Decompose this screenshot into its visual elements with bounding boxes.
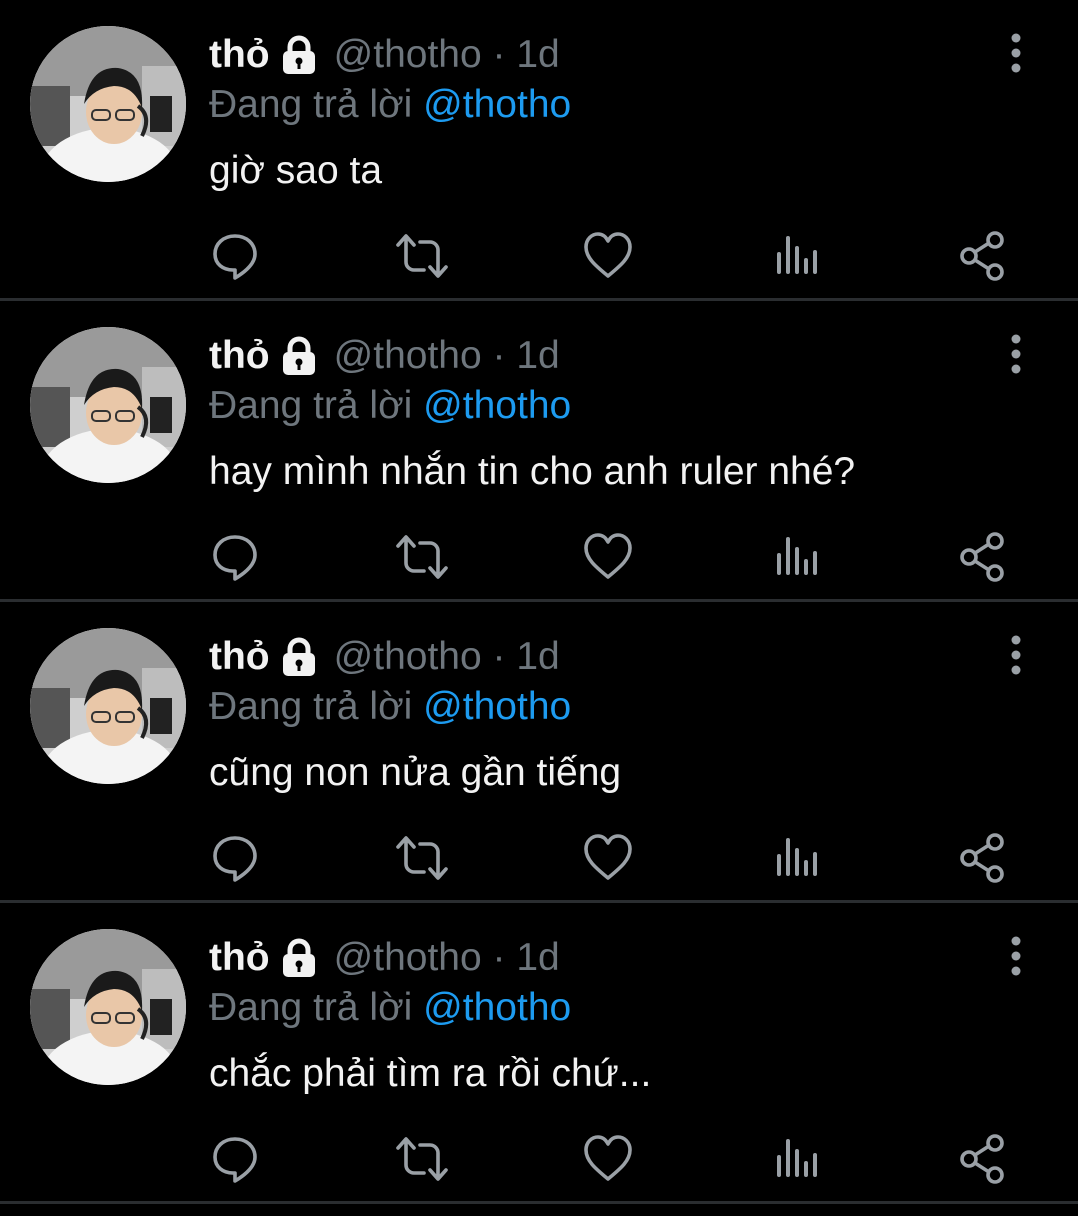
retweet-icon[interactable] [394,830,450,886]
share-icon[interactable] [955,529,1011,585]
more-vertical-icon[interactable] [1002,32,1030,76]
retweet-icon[interactable] [394,529,450,585]
avatar[interactable] [30,929,186,1085]
timestamp[interactable]: 1d [516,331,559,381]
share-icon[interactable] [955,228,1011,284]
separator-dot: · [492,936,506,979]
more-vertical-icon[interactable] [1002,634,1030,678]
display-name[interactable]: thỏ [209,30,270,80]
lock-icon [278,937,320,979]
retweet-icon[interactable] [394,228,450,284]
avatar[interactable] [30,26,186,182]
share-icon[interactable] [955,1131,1011,1187]
user-handle[interactable]: @thotho [334,933,482,983]
lock-icon [278,335,320,377]
retweet-icon[interactable] [394,1131,450,1187]
tweet-text: giờ sao ta [209,149,383,192]
analytics-icon[interactable] [768,228,824,284]
reply-context: Đang trả lời @thotho [209,983,571,1033]
lock-icon [278,636,320,678]
heart-icon[interactable] [580,529,636,585]
reply-icon[interactable] [207,529,263,585]
reply-icon[interactable] [207,830,263,886]
lock-icon [278,34,320,76]
reply-icon[interactable] [207,228,263,284]
tweet[interactable]: thỏ @thotho · 1d Đang trả lời @thotho ha… [0,301,1078,602]
reply-prefix: Đang trả lời [209,384,413,427]
tweet-header: thỏ @thotho · 1d [209,331,560,381]
tweet-header: thỏ @thotho · 1d [209,632,560,682]
tweet[interactable]: thỏ @thotho · 1d Đang trả lời @thotho ch… [0,903,1078,1204]
display-name[interactable]: thỏ [209,933,270,983]
user-handle[interactable]: @thotho [334,30,482,80]
reply-prefix: Đang trả lời [209,685,413,728]
separator-dot: · [492,33,506,76]
timestamp[interactable]: 1d [516,30,559,80]
reply-target-link[interactable]: @thotho [423,986,571,1029]
reply-target-link[interactable]: @thotho [423,384,571,427]
display-name[interactable]: thỏ [209,331,270,381]
avatar[interactable] [30,628,186,784]
reply-context: Đang trả lời @thotho [209,381,571,431]
timestamp[interactable]: 1d [516,632,559,682]
reply-target-link[interactable]: @thotho [423,685,571,728]
avatar[interactable] [30,327,186,483]
tweet-feed: thỏ @thotho · 1d Đang trả lời @thotho gi… [0,0,1078,1204]
separator-dot: · [492,635,506,678]
reply-prefix: Đang trả lời [209,986,413,1029]
share-icon[interactable] [955,830,1011,886]
analytics-icon[interactable] [768,830,824,886]
action-bar [0,1131,1078,1187]
tweet-text: cũng non nửa gần tiếng [209,751,622,794]
analytics-icon[interactable] [768,529,824,585]
user-handle[interactable]: @thotho [334,331,482,381]
tweet-header: thỏ @thotho · 1d [209,30,560,80]
tweet-text: chắc phải tìm ra rồi chứ... [209,1052,652,1095]
action-bar [0,529,1078,585]
heart-icon[interactable] [580,1131,636,1187]
action-bar [0,228,1078,284]
reply-target-link[interactable]: @thotho [423,83,571,126]
reply-context: Đang trả lời @thotho [209,80,571,130]
more-vertical-icon[interactable] [1002,333,1030,377]
timestamp[interactable]: 1d [516,933,559,983]
heart-icon[interactable] [580,830,636,886]
tweet-text: hay mình nhắn tin cho anh ruler nhé? [209,450,856,493]
tweet[interactable]: thỏ @thotho · 1d Đang trả lời @thotho cũ… [0,602,1078,903]
display-name[interactable]: thỏ [209,632,270,682]
action-bar [0,830,1078,886]
tweet[interactable]: thỏ @thotho · 1d Đang trả lời @thotho gi… [0,0,1078,301]
reply-prefix: Đang trả lời [209,83,413,126]
reply-icon[interactable] [207,1131,263,1187]
separator-dot: · [492,334,506,377]
user-handle[interactable]: @thotho [334,632,482,682]
analytics-icon[interactable] [768,1131,824,1187]
heart-icon[interactable] [580,228,636,284]
more-vertical-icon[interactable] [1002,935,1030,979]
tweet-header: thỏ @thotho · 1d [209,933,560,983]
reply-context: Đang trả lời @thotho [209,682,571,732]
